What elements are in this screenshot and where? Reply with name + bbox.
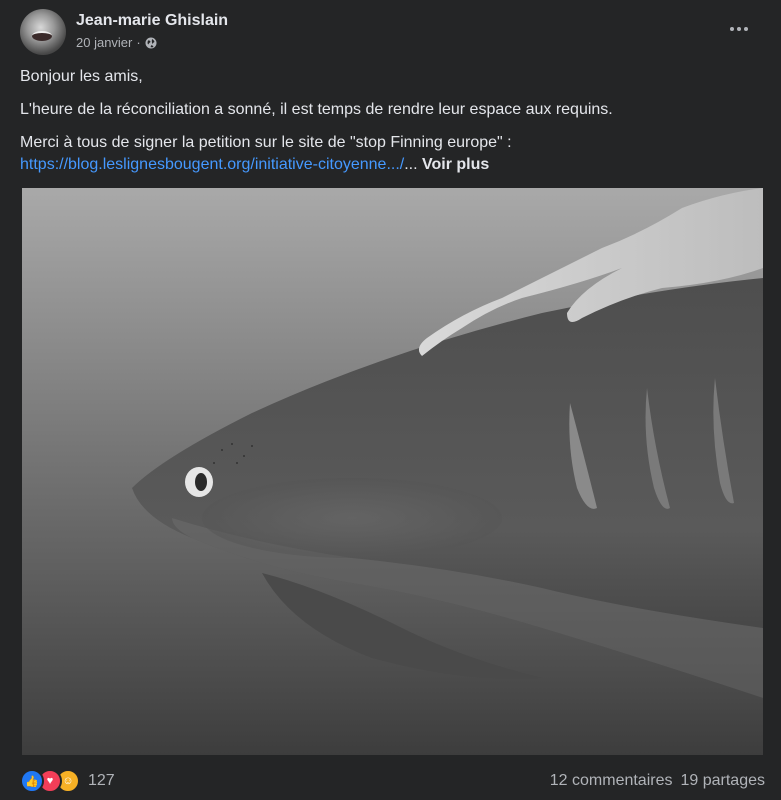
author-avatar[interactable]: [20, 9, 66, 55]
paragraph-petition: Merci à tous de signer la petition sur l…: [20, 132, 761, 176]
author-name[interactable]: Jean-marie Ghislain: [76, 12, 228, 30]
like-icon: 👍: [20, 769, 44, 793]
reactions-summary[interactable]: 👍 ♥ ☺ 127: [20, 769, 115, 793]
comments-count[interactable]: 12 commentaires: [550, 772, 673, 790]
post-date[interactable]: 20 janvier: [76, 35, 132, 50]
post-photo[interactable]: [22, 188, 763, 755]
dot-icon: [737, 27, 741, 31]
paragraph-main: L'heure de la réconciliation a sonné, il…: [20, 101, 613, 118]
shares-count[interactable]: 19 partages: [680, 772, 765, 790]
facebook-post: Jean-marie Ghislain 20 janvier · Bonjour…: [0, 0, 781, 800]
paragraph-greeting: Bonjour les amis,: [20, 68, 143, 85]
post-header: Jean-marie Ghislain 20 janvier ·: [20, 9, 761, 59]
avatar-image: [32, 31, 52, 41]
meta-separator: ·: [136, 35, 141, 50]
shark-photo: [22, 188, 763, 755]
post-stats: 12 commentaires 19 partages: [550, 772, 765, 790]
dot-icon: [744, 27, 748, 31]
post-meta: 20 janvier ·: [76, 35, 157, 50]
post-footer: 👍 ♥ ☺ 127 12 commentaires 19 partages: [20, 766, 765, 796]
globe-icon[interactable]: [145, 37, 157, 49]
post-text: Bonjour les amis, L'heure de la réconcil…: [20, 66, 761, 176]
petition-link[interactable]: https://blog.leslignesbougent.org/initia…: [20, 156, 404, 173]
more-options-button[interactable]: [723, 17, 755, 41]
ellipsis: ...: [404, 156, 418, 173]
reaction-count: 127: [88, 772, 115, 789]
dot-icon: [730, 27, 734, 31]
see-more-button[interactable]: Voir plus: [422, 156, 489, 173]
petition-text: Merci à tous de signer la petition sur l…: [20, 134, 512, 151]
